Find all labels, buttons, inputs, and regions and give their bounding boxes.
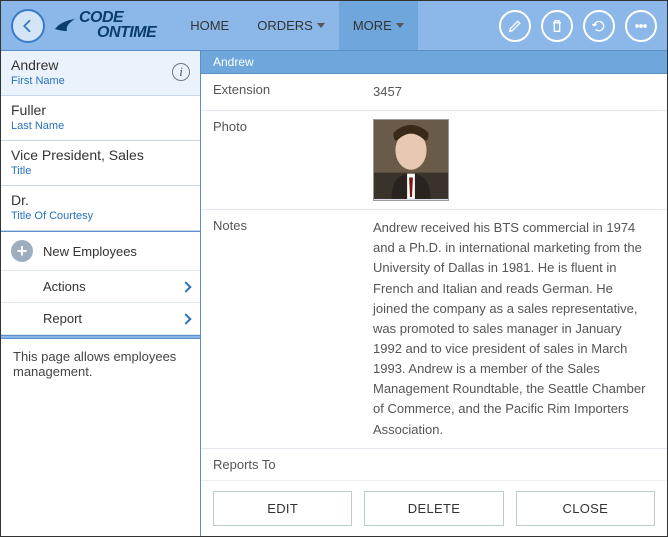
chevron-down-icon <box>317 23 325 28</box>
app-frame: CODE ONTIME HOME ORDERS MORE <box>0 0 668 537</box>
sidebar-report[interactable]: Report <box>1 303 200 335</box>
dots-icon <box>633 18 649 34</box>
body: Andrew First Name i Fuller Last Name Vic… <box>1 51 667 536</box>
row-photo: Photo <box>201 111 667 210</box>
back-button[interactable] <box>11 9 45 43</box>
delete-header-button[interactable] <box>541 10 573 42</box>
chevron-right-icon <box>180 281 191 292</box>
edit-button[interactable]: EDIT <box>213 491 352 526</box>
detail-content[interactable]: Extension 3457 Photo <box>201 74 667 480</box>
refresh-header-button[interactable] <box>583 10 615 42</box>
delete-button[interactable]: DELETE <box>364 491 503 526</box>
info-icon[interactable]: i <box>172 63 190 81</box>
sidebar-field-lastname[interactable]: Fuller Last Name <box>1 96 200 141</box>
trash-icon <box>549 18 565 34</box>
back-arrow-icon <box>19 17 37 35</box>
refresh-icon <box>591 18 607 34</box>
pencil-icon <box>507 18 523 34</box>
nav-tabs: HOME ORDERS MORE <box>176 1 418 50</box>
footer-actions: EDIT DELETE CLOSE <box>201 480 667 536</box>
sidebar-actions[interactable]: Actions <box>1 271 200 303</box>
nav-orders[interactable]: ORDERS <box>243 1 339 50</box>
sidebar: Andrew First Name i Fuller Last Name Vic… <box>1 51 201 536</box>
sidebar-field-firstname[interactable]: Andrew First Name i <box>1 51 200 96</box>
more-header-button[interactable] <box>625 10 657 42</box>
close-button[interactable]: CLOSE <box>516 491 655 526</box>
breadcrumb: Andrew <box>201 51 667 74</box>
edit-header-button[interactable] <box>499 10 531 42</box>
row-reports-to: Reports To <box>201 449 667 480</box>
header-bar: CODE ONTIME HOME ORDERS MORE <box>1 1 667 51</box>
brand-line2: ONTIME <box>79 26 156 40</box>
brand-logo: CODE ONTIME <box>53 11 156 40</box>
chevron-down-icon <box>396 23 404 28</box>
employee-photo[interactable] <box>373 119 449 201</box>
nav-more[interactable]: MORE <box>339 1 418 50</box>
main-panel: Andrew Extension 3457 Photo <box>201 51 667 536</box>
row-notes: Notes Andrew received his BTS commercial… <box>201 210 667 449</box>
sidebar-field-title[interactable]: Vice President, Sales Title <box>1 141 200 186</box>
nav-home[interactable]: HOME <box>176 1 243 50</box>
sidebar-new-employees[interactable]: + New Employees <box>1 232 200 271</box>
sidebar-field-courtesy[interactable]: Dr. Title Of Courtesy <box>1 186 200 231</box>
sidebar-note: This page allows employees management. <box>1 339 200 389</box>
bird-icon <box>53 17 77 35</box>
chevron-right-icon <box>180 313 191 324</box>
plus-icon: + <box>11 240 33 262</box>
row-extension: Extension 3457 <box>201 74 667 111</box>
